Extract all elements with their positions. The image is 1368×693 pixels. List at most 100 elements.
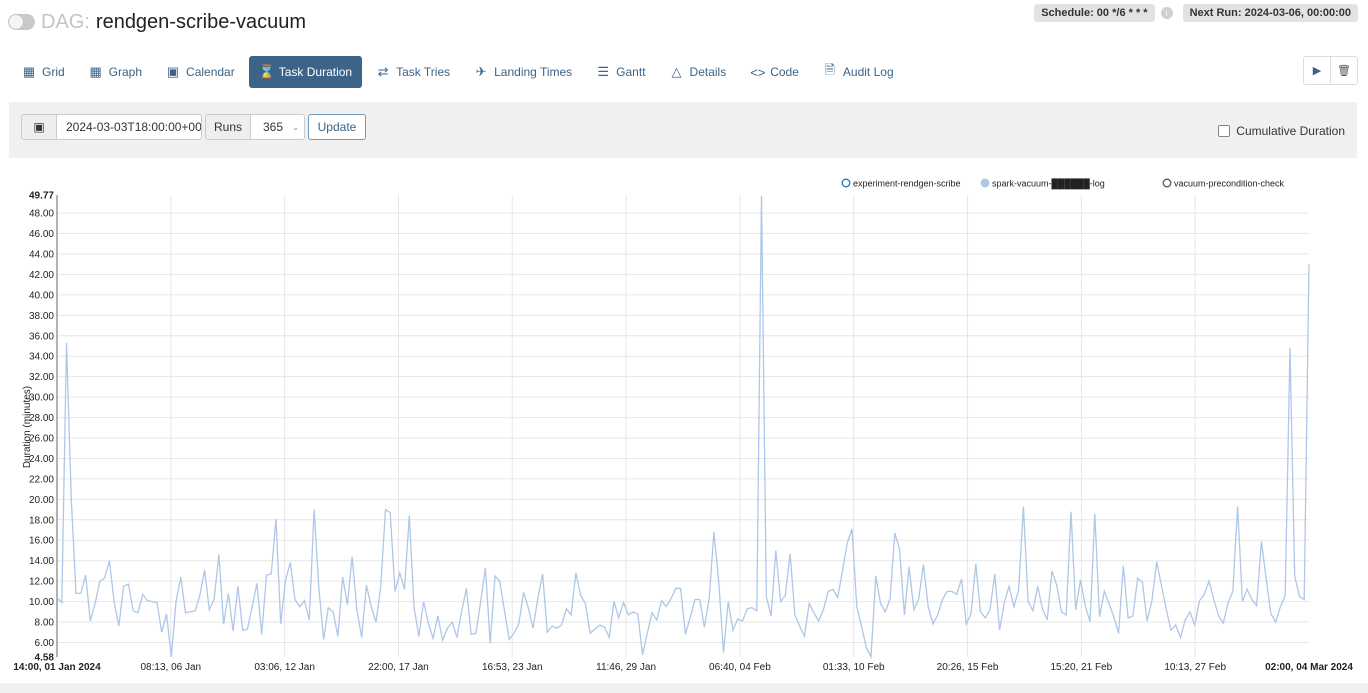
tab-calendar[interactable]: ▣ Calendar	[156, 56, 245, 88]
warning-triangle-icon: △	[671, 64, 682, 79]
y-tick-label: 36.00	[29, 331, 54, 342]
runs-value: 365	[263, 120, 284, 134]
legend-item[interactable]: vacuum-precondition-check	[1162, 178, 1285, 189]
calendar-icon: ▣	[33, 120, 45, 134]
cumulative-label: Cumulative Duration	[1236, 124, 1345, 138]
dag-pause-toggle[interactable]	[8, 14, 35, 30]
legend-label: vacuum-precondition-check	[1174, 179, 1285, 189]
x-tick-label: 06:40, 04 Feb	[709, 662, 771, 673]
y-tick-label: 49.77	[29, 191, 54, 202]
grid-icon: ▦	[22, 64, 36, 79]
tab-label: Details	[689, 65, 727, 79]
x-tick-label: 10:13, 27 Feb	[1164, 662, 1226, 673]
update-button[interactable]: Update	[308, 114, 366, 140]
y-tick-label: 16.00	[29, 536, 54, 547]
y-tick-label: 8.00	[35, 618, 55, 629]
runs-select[interactable]: 365 ⌄	[250, 114, 305, 140]
file-search-icon: 🗎	[824, 62, 836, 77]
x-tick-label: 11:46, 29 Jan	[596, 662, 656, 673]
date-picker-button[interactable]: ▣	[21, 114, 57, 140]
tab-task-tries[interactable]: ⇄ Task Tries	[366, 56, 460, 88]
tab-label: Audit Log	[842, 65, 894, 79]
y-tick-label: 46.00	[29, 229, 54, 240]
y-tick-label: 38.00	[29, 311, 54, 322]
dag-badges: Schedule: 00 */6 * * * i Next Run: 2024-…	[1034, 4, 1358, 22]
x-tick-label: 16:53, 23 Jan	[482, 662, 543, 673]
x-tick-label: 08:13, 06 Jan	[141, 662, 202, 673]
runs-label: Runs	[205, 114, 251, 140]
calendar-icon: ▣	[166, 64, 180, 79]
legend-label: spark-vacuum-██████-log	[992, 178, 1105, 190]
series-lines	[56, 195, 1310, 660]
y-tick-label: 48.00	[29, 209, 54, 220]
x-axis-ticks: 14:00, 01 Jan 2024 08:13, 06 Jan 03:06, 12…	[13, 662, 1353, 673]
legend-marker	[1162, 178, 1172, 188]
next-run-badge: Next Run: 2024-03-06, 00:00:00	[1182, 4, 1358, 22]
delete-dag-button[interactable]: 🗑	[1330, 57, 1357, 84]
gantt-icon: ☰	[597, 64, 609, 79]
x-tick-label: 14:00, 01 Jan 2024	[13, 662, 101, 673]
tab-gantt[interactable]: ☰ Gantt	[586, 56, 655, 88]
y-tick-label: 44.00	[29, 249, 54, 260]
tab-label: Code	[770, 65, 799, 79]
series-line-spark-vacuum-log[interactable]	[56, 195, 1310, 660]
y-tick-label: 10.00	[29, 597, 54, 608]
tab-details[interactable]: △ Details	[660, 56, 737, 88]
trash-icon: 🗑	[1337, 65, 1351, 77]
dag-title: rendgen-scribe-vacuum	[95, 10, 307, 33]
dag-header: DAG: rendgen-scribe-vacuum	[8, 6, 306, 38]
tab-graph[interactable]: ▦ Graph	[79, 56, 152, 88]
y-tick-label: 12.00	[29, 577, 54, 588]
legend-marker	[841, 178, 851, 188]
x-tick-label: 15:20, 21 Feb	[1051, 662, 1113, 673]
dag-actions: ▶ 🗑	[1303, 56, 1358, 85]
tab-audit-log[interactable]: 🗎 Audit Log	[813, 56, 904, 88]
tab-label: Calendar	[186, 65, 235, 79]
info-icon[interactable]: i	[1160, 7, 1173, 19]
x-tick-label: 03:06, 12 Jan	[254, 662, 315, 673]
schedule-badge: Schedule: 00 */6 * * *	[1034, 4, 1155, 22]
tab-label: Task Tries	[396, 65, 451, 79]
tab-label: Landing Times	[494, 65, 573, 79]
legend-item[interactable]: experiment-rendgen-scribe	[841, 178, 961, 189]
x-tick-label: 20:26, 15 Feb	[937, 662, 999, 673]
tab-label: Graph	[108, 65, 143, 79]
y-tick-label: 40.00	[29, 290, 54, 301]
x-tick-label: 01:33, 10 Feb	[823, 662, 885, 673]
legend-marker	[980, 178, 990, 188]
x-tick-label: 22:00, 17 Jan	[368, 662, 429, 673]
graph-icon: ▦	[89, 64, 102, 79]
tab-label: Task Duration	[278, 65, 353, 79]
y-tick-label: 18.00	[29, 515, 54, 526]
chevron-down-icon: ⌄	[292, 122, 299, 132]
view-tabs: ▦ Grid ▦ Graph ▣ Calendar ⌛ Task Duration ⇄ T…	[12, 56, 908, 88]
legend-label: experiment-rendgen-scribe	[853, 179, 961, 189]
tab-code[interactable]: <> Code	[740, 56, 809, 88]
tab-task-duration[interactable]: ⌛ Task Duration	[248, 56, 363, 88]
play-icon: ▶	[1312, 65, 1322, 77]
cumulative-duration-toggle[interactable]: Cumulative Duration	[1218, 124, 1345, 138]
chart-legend: experiment-rendgen-scribe spark-vacuum-██…	[841, 178, 1285, 190]
cumulative-checkbox[interactable]	[1218, 125, 1231, 137]
legend-item[interactable]: spark-vacuum-██████-log	[980, 178, 1105, 190]
footer-band	[0, 683, 1368, 693]
tab-label: Grid	[42, 65, 65, 79]
y-tick-label: 22.00	[29, 474, 54, 485]
tab-grid[interactable]: ▦ Grid	[12, 56, 75, 88]
x-tick-label: 02:00, 04 Mar 2024	[1265, 662, 1353, 673]
trigger-dag-button[interactable]: ▶	[1304, 57, 1330, 84]
filter-panel: ▣ 2024-03-03T18:00:00+00:00 Runs 365 ⌄ Up…	[9, 102, 1357, 158]
y-tick-label: 14.00	[29, 556, 54, 567]
base-date-input[interactable]: 2024-03-03T18:00:00+00:00	[56, 114, 202, 140]
tab-label: Gantt	[616, 65, 646, 79]
y-axis-label: Duration (minutes)	[22, 386, 33, 468]
task-duration-chart: 4.586.008.0010.0012.0014.0016.0018.0020.…	[13, 178, 1353, 674]
code-icon: <>	[750, 64, 766, 80]
y-tick-label: 6.00	[35, 638, 55, 649]
y-tick-label: 34.00	[29, 352, 54, 363]
y-tick-label: 20.00	[29, 495, 54, 506]
y-tick-label: 32.00	[29, 372, 54, 383]
tab-landing-times[interactable]: ✈ Landing Times	[464, 56, 582, 88]
dag-prefix: DAG:	[41, 10, 90, 33]
repeat-icon: ⇄	[377, 64, 389, 79]
